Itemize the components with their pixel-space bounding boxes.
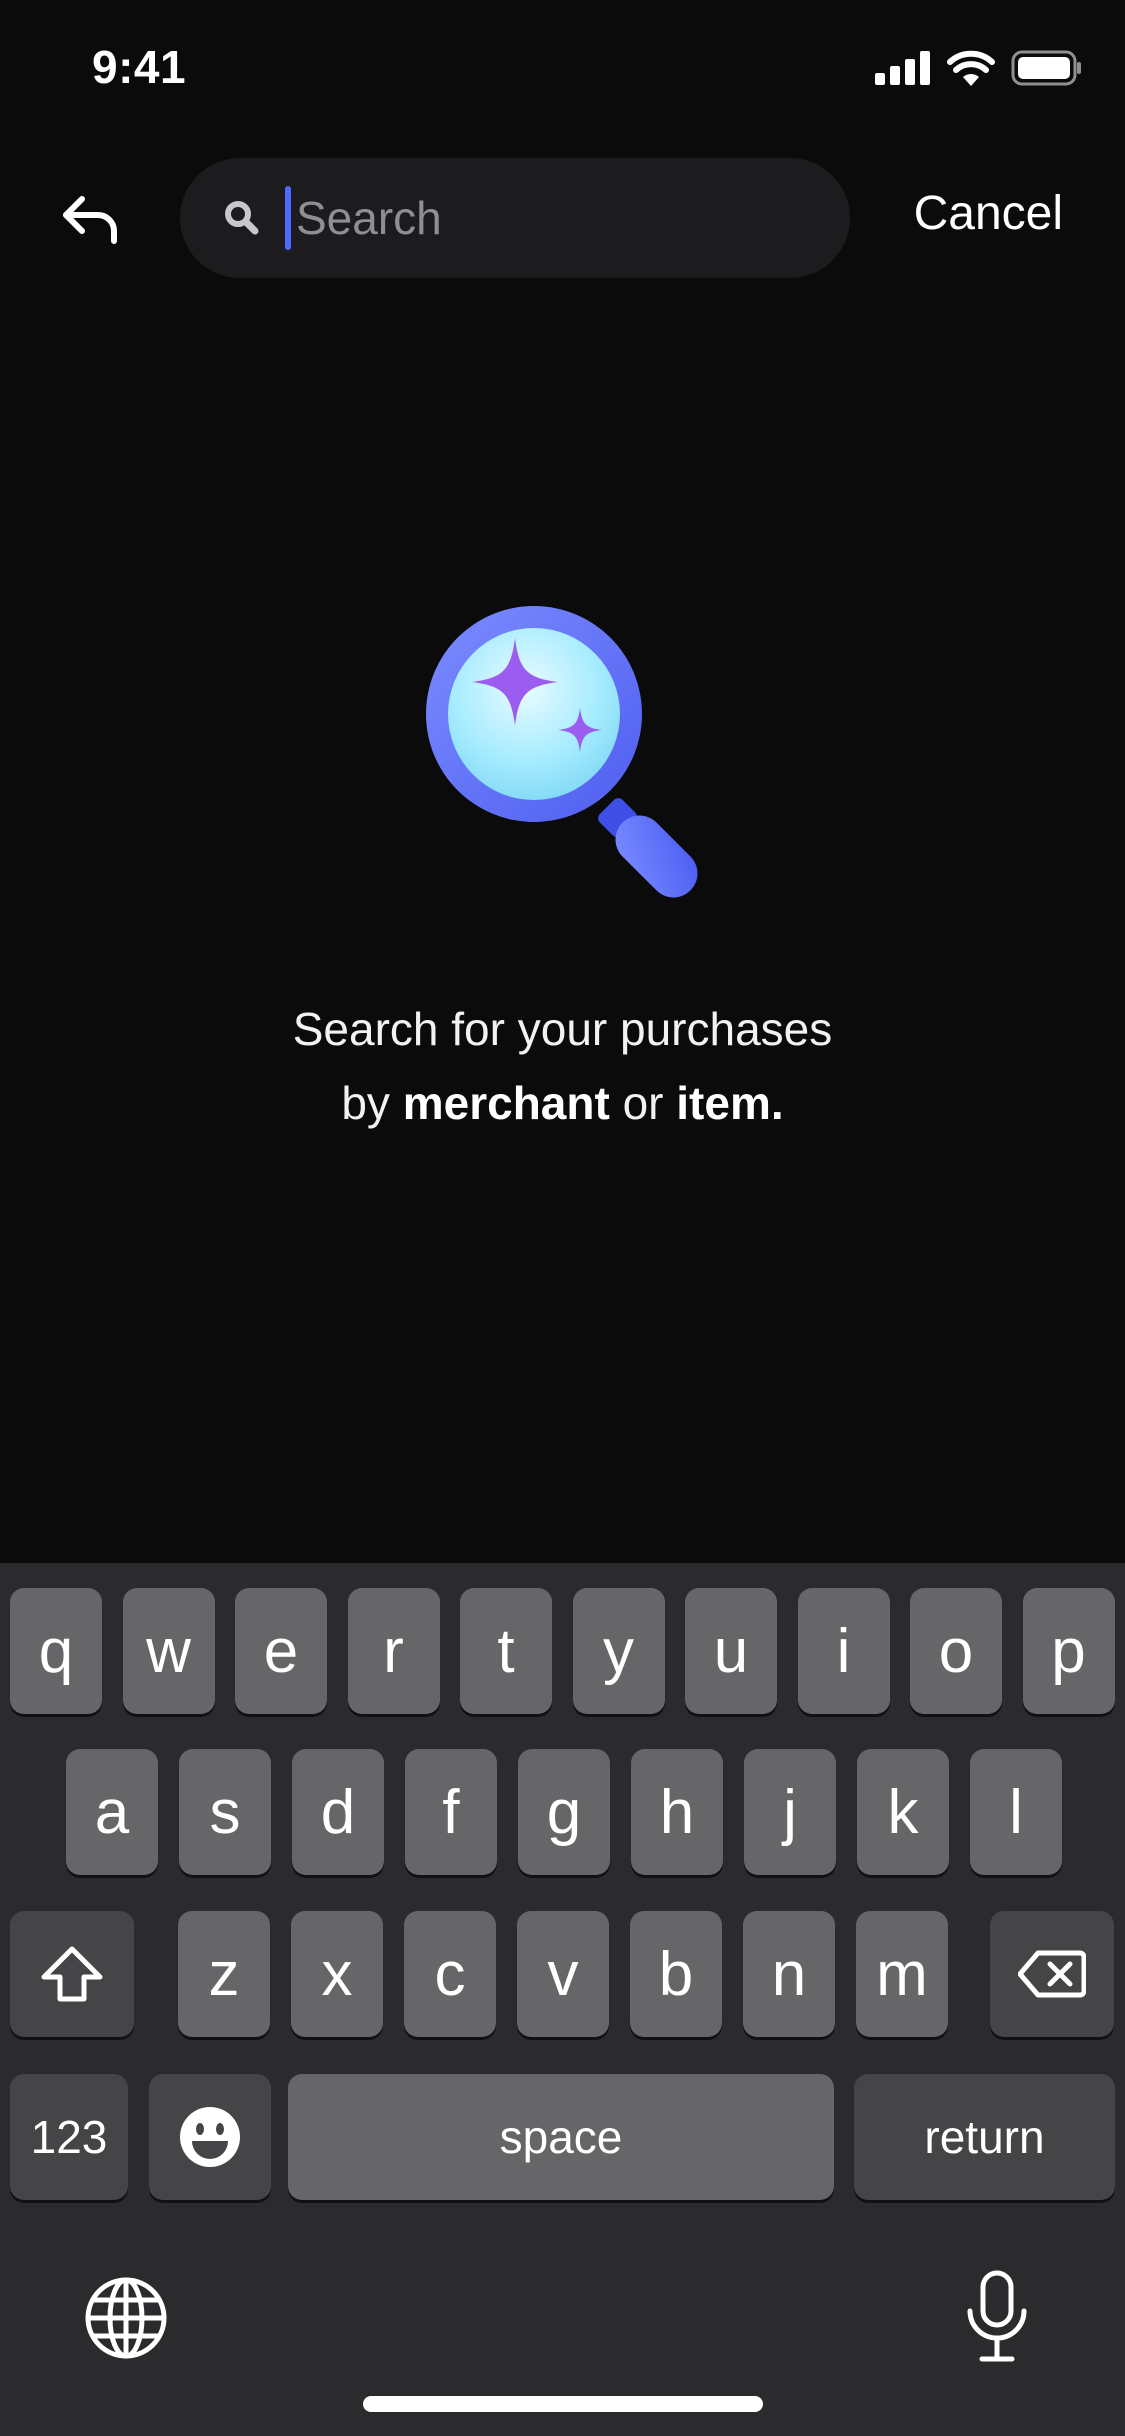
cancel-button[interactable]: Cancel bbox=[914, 186, 1063, 241]
empty-state-line1: Search for your purchases bbox=[292, 1003, 833, 1055]
delete-key[interactable] bbox=[990, 1911, 1114, 2037]
key-q[interactable]: q bbox=[10, 1588, 102, 1714]
emoji-key[interactable] bbox=[149, 2074, 271, 2200]
space-key[interactable]: space bbox=[288, 2074, 834, 2200]
globe-key[interactable] bbox=[84, 2276, 168, 2360]
key-y[interactable]: y bbox=[572, 1588, 665, 1714]
key-h[interactable]: h bbox=[631, 1749, 723, 1875]
key-o[interactable]: o bbox=[910, 1588, 1002, 1714]
empty-state-item: item. bbox=[676, 1077, 784, 1129]
key-w[interactable]: w bbox=[122, 1588, 215, 1714]
emoji-icon bbox=[180, 2107, 240, 2167]
key-n[interactable]: n bbox=[743, 1911, 835, 2037]
key-f[interactable]: f bbox=[405, 1749, 497, 1875]
key-x[interactable]: x bbox=[291, 1911, 383, 2037]
globe-icon bbox=[85, 2277, 167, 2359]
keyboard: qwertyuiop asdfghjkl zxcvbnm 123 space r… bbox=[0, 1563, 1125, 2436]
search-input[interactable] bbox=[288, 158, 816, 278]
key-s[interactable]: s bbox=[179, 1749, 271, 1875]
key-d[interactable]: d bbox=[292, 1749, 384, 1875]
key-c[interactable]: c bbox=[404, 1911, 496, 2037]
shift-icon bbox=[41, 1946, 103, 2002]
delete-icon bbox=[1018, 1950, 1086, 1998]
microphone-icon bbox=[967, 2270, 1027, 2362]
key-k[interactable]: k bbox=[857, 1749, 949, 1875]
status-bar: 9:41 bbox=[0, 0, 1125, 140]
search-icon bbox=[225, 201, 259, 235]
key-u[interactable]: u bbox=[685, 1588, 777, 1714]
key-l[interactable]: l bbox=[970, 1749, 1062, 1875]
status-icons bbox=[875, 50, 1083, 86]
numbers-key[interactable]: 123 bbox=[10, 2074, 128, 2200]
key-b[interactable]: b bbox=[630, 1911, 722, 2037]
status-time: 9:41 bbox=[92, 41, 187, 93]
search-field[interactable] bbox=[180, 158, 850, 278]
wifi-icon bbox=[947, 50, 995, 86]
key-a[interactable]: a bbox=[66, 1749, 158, 1875]
search-header: Cancel bbox=[0, 158, 1125, 280]
key-t[interactable]: t bbox=[460, 1588, 552, 1714]
microphone-key[interactable] bbox=[964, 2269, 1030, 2365]
return-key[interactable]: return bbox=[854, 2074, 1115, 2200]
key-r[interactable]: r bbox=[347, 1588, 440, 1714]
key-v[interactable]: v bbox=[517, 1911, 609, 2037]
back-button[interactable] bbox=[52, 184, 128, 254]
empty-state-by: by bbox=[341, 1077, 390, 1129]
magnifier-sparkle-icon bbox=[426, 606, 698, 898]
empty-state-line2: by merchant or item. bbox=[0, 1066, 1125, 1140]
key-z[interactable]: z bbox=[178, 1911, 270, 2037]
key-g[interactable]: g bbox=[518, 1749, 610, 1875]
shift-key[interactable] bbox=[10, 1911, 134, 2037]
home-indicator bbox=[363, 2396, 763, 2412]
battery-icon bbox=[1011, 50, 1081, 86]
key-e[interactable]: e bbox=[235, 1588, 327, 1714]
empty-state-message: Search for your purchases by merchant or… bbox=[0, 992, 1125, 1140]
key-p[interactable]: p bbox=[1022, 1588, 1115, 1714]
empty-state-merchant: merchant bbox=[402, 1077, 610, 1129]
key-m[interactable]: m bbox=[856, 1911, 948, 2037]
back-arrow-icon bbox=[63, 196, 117, 244]
empty-state-or: or bbox=[622, 1077, 664, 1129]
cellular-signal-icon bbox=[875, 51, 930, 85]
key-j[interactable]: j bbox=[744, 1749, 836, 1875]
key-i[interactable]: i bbox=[797, 1588, 890, 1714]
